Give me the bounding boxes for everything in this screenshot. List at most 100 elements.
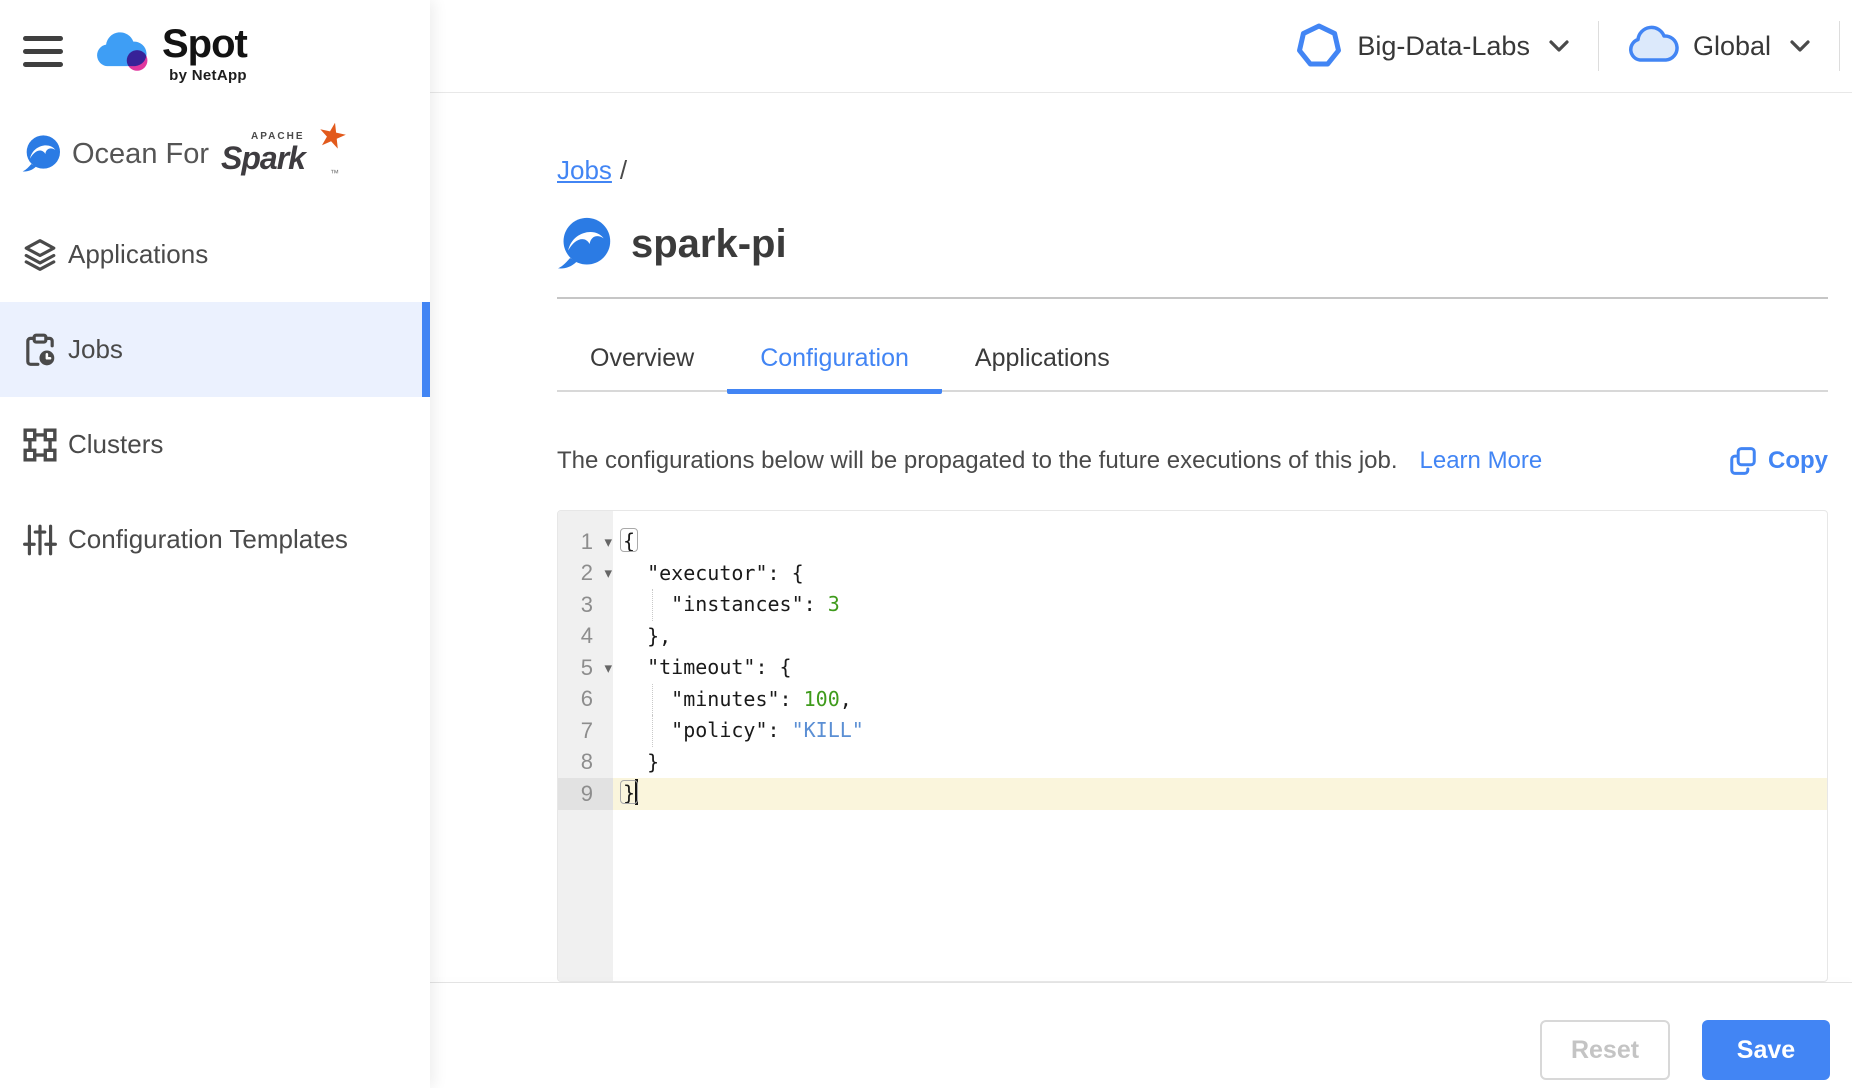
org-name: Big-Data-Labs (1357, 31, 1530, 62)
brand-byline: by NetApp (162, 67, 247, 84)
sidebar-item-jobs[interactable]: Jobs (0, 302, 430, 397)
tab-configuration[interactable]: Configuration (727, 336, 942, 394)
code-text: } (613, 778, 1827, 810)
code-line[interactable]: 5▾ "timeout": { (558, 652, 1827, 684)
line-number: 2 (581, 560, 593, 586)
sidebar-item-label: Jobs (68, 334, 123, 365)
org-switcher[interactable]: Big-Data-Labs (1295, 22, 1572, 70)
cluster-icon (22, 427, 58, 463)
fold-arrow-icon[interactable]: ▾ (604, 659, 612, 677)
chevron-down-icon (1787, 33, 1813, 59)
indent-guide (652, 715, 653, 747)
copy-button[interactable]: Copy (1728, 446, 1828, 476)
sidebar-item-clusters[interactable]: Clusters (0, 397, 430, 492)
cloud-scope-icon (1625, 25, 1679, 67)
editor-rows: 1▾{2▾ "executor": {3 "instances": 34 },5… (558, 511, 1827, 810)
line-number: 4 (581, 623, 593, 649)
code-editor[interactable]: 1▾{2▾ "executor": {3 "instances": 34 },5… (557, 510, 1828, 982)
job-type-icon (557, 216, 613, 272)
code-line[interactable]: 7 "policy": "KILL" (558, 715, 1827, 747)
title-row: spark-pi (557, 211, 787, 277)
indent-guide (652, 589, 653, 621)
gutter-cell: 1▾ (558, 526, 613, 558)
save-button[interactable]: Save (1702, 1020, 1830, 1080)
code-text: "timeout": { (613, 652, 1827, 684)
breadcrumb: Jobs / (557, 155, 627, 186)
gutter-cell: 9 (558, 778, 613, 810)
scope-switcher[interactable]: Global (1625, 25, 1813, 67)
layers-icon (22, 237, 58, 273)
line-number: 5 (581, 655, 593, 681)
hamburger-menu-icon[interactable] (23, 36, 63, 67)
description-row: The configurations below will be propaga… (557, 446, 1828, 476)
heptagon-org-icon (1295, 22, 1343, 70)
scope-name: Global (1693, 31, 1771, 62)
page-title: spark-pi (631, 222, 787, 267)
fold-arrow-icon[interactable]: ▾ (604, 564, 612, 582)
gutter-cell: 2▾ (558, 558, 613, 590)
chevron-down-icon (1546, 33, 1572, 59)
sliders-icon (22, 522, 58, 558)
line-number: 7 (581, 718, 593, 744)
tab-applications[interactable]: Applications (942, 336, 1143, 394)
sidebar-menu: Applications Jobs Clusters Configuration Te… (0, 207, 430, 587)
code-text: { (613, 526, 1827, 558)
line-number: 6 (581, 686, 593, 712)
code-line[interactable]: 6 "minutes": 100, (558, 684, 1827, 716)
gutter-cell: 8 (558, 747, 613, 779)
code-text: "instances": 3 (613, 589, 1827, 621)
sidebar: Spot by NetApp Ocean For APACHE Spark ★ … (0, 0, 430, 1088)
topbar-divider (1839, 21, 1840, 71)
ocean-wave-icon (22, 134, 62, 174)
breadcrumb-separator: / (620, 155, 627, 185)
footer-divider (430, 982, 1852, 983)
topbar: Big-Data-Labs Global (430, 0, 1852, 93)
brand-name: Spot (162, 22, 247, 66)
line-number: 1 (581, 529, 593, 555)
code-line[interactable]: 3 "instances": 3 (558, 589, 1827, 621)
code-line[interactable]: 8 } (558, 747, 1827, 779)
tab-bar: OverviewConfigurationApplications (557, 336, 1828, 392)
sidebar-item-label: Clusters (68, 429, 163, 460)
code-line[interactable]: 1▾{ (558, 526, 1827, 558)
main-area: Big-Data-Labs Global Jobs / spark-pi (430, 0, 1852, 1088)
code-text: "minutes": 100, (613, 684, 1827, 716)
clipboard-clock-icon (22, 332, 58, 368)
indent-guide (652, 684, 653, 716)
code-text: "executor": { (613, 558, 1827, 590)
apache-spark-logo: APACHE Spark ★ ™ (221, 128, 331, 180)
sidebar-item-label: Configuration Templates (68, 524, 348, 555)
topbar-divider (1598, 21, 1599, 71)
reset-button[interactable]: Reset (1540, 1020, 1670, 1080)
spark-star-icon: ★ (313, 113, 351, 158)
copy-icon (1728, 446, 1758, 476)
sidebar-item-label: Applications (68, 239, 208, 270)
gutter-cell: 4 (558, 621, 613, 653)
gutter-cell: 3 (558, 589, 613, 621)
fold-arrow-icon[interactable]: ▾ (604, 533, 612, 551)
line-number: 9 (581, 781, 593, 807)
gutter-cell: 7 (558, 715, 613, 747)
product-name-label: Ocean For (72, 138, 209, 171)
product-header: Ocean For APACHE Spark ★ ™ (22, 128, 412, 180)
tab-overview[interactable]: Overview (557, 336, 727, 394)
spot-cloud-icon (92, 28, 154, 76)
breadcrumb-jobs-link[interactable]: Jobs (557, 155, 612, 185)
sidebar-item-configuration-templates[interactable]: Configuration Templates (0, 492, 430, 587)
code-text: "policy": "KILL" (613, 715, 1827, 747)
gutter-cell: 5▾ (558, 652, 613, 684)
code-line[interactable]: 2▾ "executor": { (558, 558, 1827, 590)
line-number: 3 (581, 592, 593, 618)
code-line[interactable]: 4 }, (558, 621, 1827, 653)
description-text: The configurations below will be propaga… (557, 447, 1398, 475)
learn-more-link[interactable]: Learn More (1420, 447, 1543, 475)
active-item-indicator (422, 302, 430, 397)
active-code-line[interactable]: 9} (558, 778, 1827, 810)
sidebar-item-applications[interactable]: Applications (0, 207, 430, 302)
spot-logo: Spot by NetApp (92, 22, 247, 84)
spark-trademark: ™ (330, 168, 339, 178)
spark-wordmark: Spark (221, 140, 305, 177)
gutter-cell: 6 (558, 684, 613, 716)
code-text: } (613, 747, 1827, 779)
line-number: 8 (581, 749, 593, 775)
